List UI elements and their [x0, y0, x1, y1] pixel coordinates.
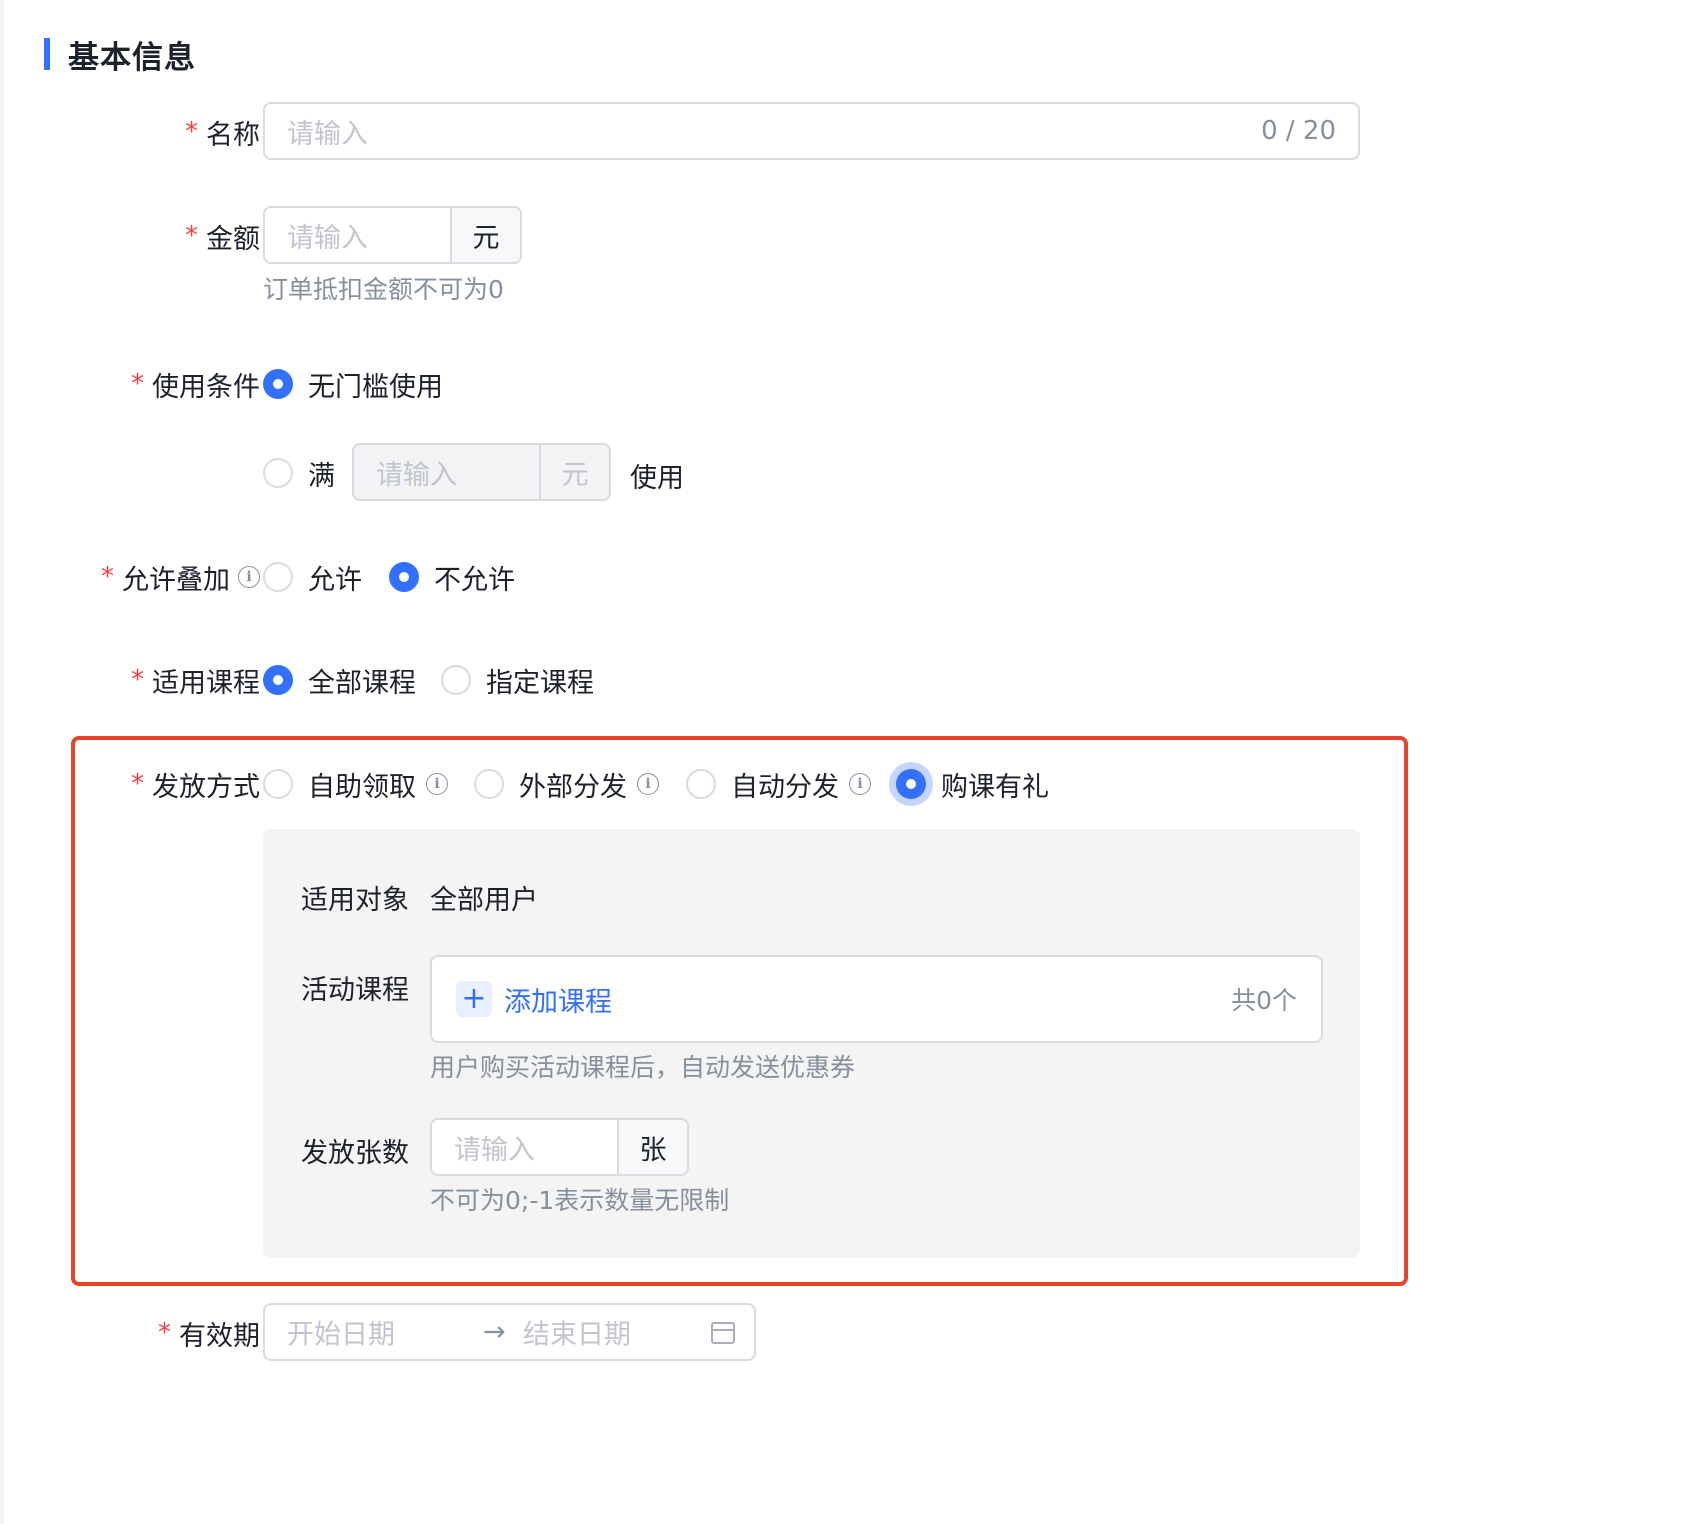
- required-mark: *: [185, 221, 198, 251]
- info-circle-icon[interactable]: i: [637, 773, 659, 795]
- distribution-label: * 发放方式: [131, 764, 260, 804]
- radio-disallow-label: 不允许: [434, 564, 515, 596]
- amount-input-placeholder: 请输入: [287, 222, 368, 254]
- usage-condition-label-text: 使用条件: [152, 371, 260, 403]
- validity-label: * 有效期: [158, 1313, 260, 1353]
- threshold-input-placeholder: 请输入: [376, 459, 457, 491]
- radio-button[interactable]: [263, 562, 293, 592]
- amount-label: * 金额: [185, 216, 260, 256]
- usage-condition-label: * 使用条件: [131, 364, 260, 404]
- left-edge-divider: [0, 0, 4, 1524]
- radio-allow-label: 允许: [308, 564, 362, 596]
- info-circle-icon[interactable]: i: [849, 773, 871, 795]
- threshold-amount-input: 请输入 元: [352, 443, 611, 501]
- section-title: 基本信息: [68, 39, 196, 76]
- radio-specified-courses[interactable]: 指定课程: [441, 660, 594, 700]
- radio-allow[interactable]: 允许: [263, 557, 362, 597]
- name-input[interactable]: 请输入 0 / 20: [263, 102, 1360, 160]
- applicable-courses-label-text: 适用课程: [152, 667, 260, 699]
- required-mark: *: [131, 769, 144, 799]
- target-label: 适用对象: [301, 885, 409, 916]
- quantity-input[interactable]: 请输入 张: [430, 1118, 689, 1176]
- applicable-courses-label: * 适用课程: [131, 660, 260, 700]
- info-circle-icon[interactable]: i: [426, 773, 448, 795]
- threshold-unit-suffix: 元: [539, 445, 609, 499]
- radio-all-courses[interactable]: 全部课程: [263, 660, 416, 700]
- plus-icon[interactable]: +: [456, 981, 492, 1017]
- radio-purchase-gift[interactable]: 购课有礼: [896, 764, 1049, 804]
- section-header: 基本信息: [44, 34, 196, 76]
- radio-button[interactable]: [263, 769, 293, 799]
- radio-button-checked[interactable]: [389, 562, 419, 592]
- name-label-text: 名称: [206, 119, 260, 151]
- end-date-input[interactable]: 结束日期: [523, 1313, 631, 1352]
- radio-button-checked[interactable]: [263, 369, 293, 399]
- start-date-input[interactable]: 开始日期: [287, 1313, 395, 1352]
- radio-button[interactable]: [474, 769, 504, 799]
- radio-button[interactable]: [686, 769, 716, 799]
- quantity-help: 不可为0;-1表示数量无限制: [430, 1186, 730, 1215]
- required-mark: *: [131, 665, 144, 695]
- info-circle-icon[interactable]: i: [238, 566, 260, 588]
- stacking-label: * 允许叠加 i: [101, 557, 260, 597]
- radio-all-courses-label: 全部课程: [308, 667, 416, 699]
- section-accent-bar: [44, 38, 50, 70]
- course-count: 共0个: [1231, 986, 1297, 1015]
- radio-specified-courses-label: 指定课程: [486, 667, 594, 699]
- target-value: 全部用户: [430, 885, 538, 916]
- threshold-after-text: 使用: [630, 463, 684, 494]
- amount-unit-suffix: 元: [450, 208, 520, 262]
- range-arrow-icon: →: [483, 1316, 506, 1348]
- radio-auto-distribution-label: 自动分发: [731, 771, 839, 803]
- radio-button[interactable]: [263, 458, 293, 488]
- quantity-label: 发放张数: [301, 1138, 409, 1169]
- radio-external-distribution-label: 外部分发: [519, 771, 627, 803]
- required-mark: *: [101, 562, 114, 592]
- amount-input[interactable]: 请输入 元: [263, 206, 522, 264]
- activity-courses-label: 活动课程: [301, 975, 409, 1006]
- required-mark: *: [158, 1318, 171, 1348]
- stacking-label-text: 允许叠加: [122, 564, 230, 596]
- activity-courses-help: 用户购买活动课程后，自动发送优惠券: [430, 1053, 856, 1082]
- radio-external-distribution[interactable]: 外部分发 i: [474, 764, 659, 804]
- quantity-input-placeholder: 请输入: [454, 1134, 535, 1166]
- distribution-settings-panel: [263, 829, 1360, 1258]
- radio-no-threshold[interactable]: 无门槛使用: [263, 364, 443, 404]
- validity-date-range-picker[interactable]: 开始日期 → 结束日期: [263, 1303, 756, 1361]
- amount-help-text: 订单抵扣金额不可为0: [263, 275, 504, 304]
- add-course-button[interactable]: 添加课程: [504, 980, 1231, 1019]
- radio-button-checked[interactable]: [896, 769, 926, 799]
- radio-purchase-gift-label: 购课有礼: [941, 771, 1049, 803]
- calendar-icon[interactable]: [711, 1322, 735, 1344]
- radio-button[interactable]: [441, 665, 471, 695]
- name-char-counter: 0 / 20: [1261, 116, 1336, 146]
- name-label: * 名称: [185, 112, 260, 152]
- radio-self-claim[interactable]: 自助领取 i: [263, 764, 448, 804]
- required-mark: *: [131, 369, 144, 399]
- quantity-unit-suffix: 张: [617, 1120, 687, 1174]
- validity-label-text: 有效期: [179, 1320, 260, 1352]
- radio-full-amount-label: 满: [308, 460, 335, 492]
- name-input-placeholder: 请输入: [287, 118, 368, 150]
- radio-no-threshold-label: 无门槛使用: [308, 371, 443, 403]
- radio-full-amount[interactable]: 满: [263, 453, 335, 493]
- required-mark: *: [185, 117, 198, 147]
- distribution-label-text: 发放方式: [152, 771, 260, 803]
- activity-courses-box: + 添加课程 共0个: [430, 955, 1323, 1043]
- amount-label-text: 金额: [206, 223, 260, 255]
- radio-auto-distribution[interactable]: 自动分发 i: [686, 764, 871, 804]
- radio-disallow[interactable]: 不允许: [389, 557, 515, 597]
- radio-self-claim-label: 自助领取: [308, 771, 416, 803]
- radio-button-checked[interactable]: [263, 665, 293, 695]
